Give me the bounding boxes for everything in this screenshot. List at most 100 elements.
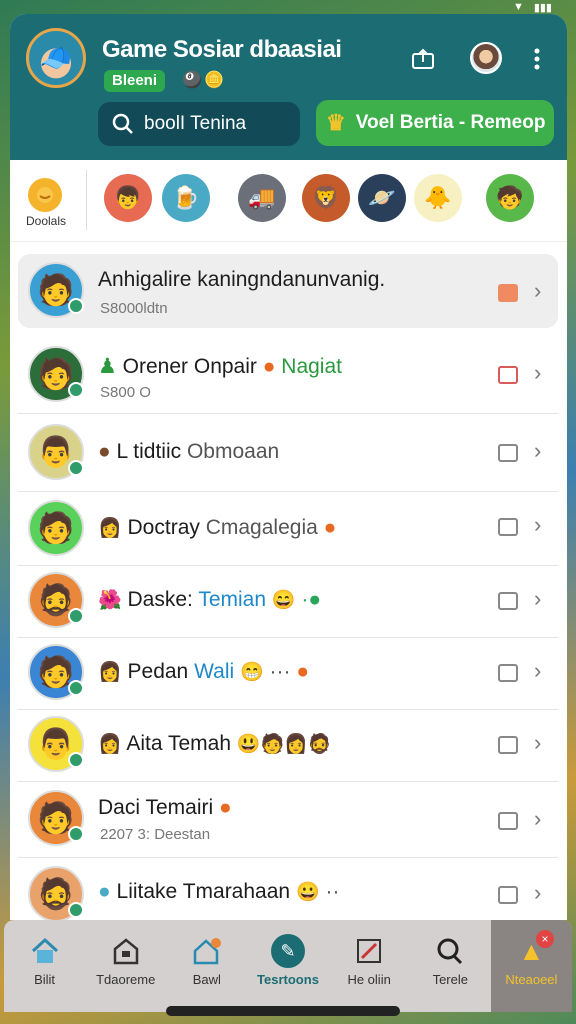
search-input[interactable]: boolI Tenina [98, 102, 300, 146]
badge-icon: ● [98, 440, 111, 463]
nav-label: Terele [432, 972, 468, 987]
online-indicator [68, 460, 84, 476]
app-window: 🧢 Game Sosiar dbaasiai Bleeni 🎱 🪙 boolI … [10, 14, 567, 920]
bottom-navigation: Bilit Tdaoreme Bawl ✎ Tesrtoons He oliin… [4, 920, 572, 1012]
list-item[interactable]: 👨 ● L tidtiic Obmoaan › [18, 414, 558, 492]
chevron-right-icon[interactable]: › [534, 438, 541, 464]
game-icon: ♟ [98, 355, 117, 378]
avatar: 🧑 [28, 644, 84, 700]
row-subtitle: S800 O [100, 384, 151, 401]
row-checkbox[interactable] [498, 736, 518, 754]
list-item[interactable]: 🧑 Anhigalire kaningndanunvanig. S8000ldt… [18, 254, 558, 328]
row-checkbox[interactable] [498, 592, 518, 610]
avatar: 👨 [28, 716, 84, 772]
search-icon [433, 934, 467, 968]
row-title: Anhigalire kaningndanunvanig. [98, 268, 386, 291]
avatar: 🧑 [28, 790, 84, 846]
chevron-right-icon[interactable]: › [534, 586, 541, 612]
chevron-right-icon[interactable]: › [534, 658, 541, 684]
nav-item-search[interactable]: Terele [410, 920, 491, 1012]
row-subtitle: S8000ldtn [100, 300, 168, 317]
coin-icon: 🪙 [204, 72, 224, 89]
story-avatar[interactable]: 🍺 [162, 174, 210, 222]
row-checkbox[interactable] [498, 886, 518, 904]
story-add[interactable] [28, 178, 62, 212]
row-checkbox[interactable] [498, 444, 518, 462]
list-item[interactable]: 🧑 Daci Temairi ● 2207 3: Deestan › [18, 782, 558, 858]
app-header: 🧢 Game Sosiar dbaasiai Bleeni 🎱 🪙 boolI … [10, 14, 567, 160]
premium-button[interactable]: ♛ Voel Bertia - Remeop [316, 100, 554, 146]
badge-icon: ● [323, 516, 337, 539]
row-checkbox[interactable] [498, 518, 518, 536]
list-item[interactable]: 🧔 🌺 Daske: Temian 😄 ·● › [18, 566, 558, 638]
chevron-right-icon[interactable]: › [534, 360, 541, 386]
row-title: ● Liitake Tmarahaan 😀 ·· [98, 880, 340, 903]
badge-icon: ·● [301, 588, 322, 611]
home-indicator[interactable] [166, 1006, 400, 1016]
row-checkbox[interactable] [498, 664, 518, 682]
user-avatar[interactable] [470, 42, 502, 74]
row-title: Daci Temairi ● [98, 796, 232, 819]
online-indicator [68, 680, 84, 696]
story-avatar[interactable]: 🧒 [486, 174, 534, 222]
online-indicator [68, 608, 84, 624]
nav-label: Bawl [192, 972, 221, 987]
story-avatar[interactable]: 🚚 [238, 174, 286, 222]
store-icon [109, 934, 143, 968]
page-title: Game Sosiar dbaasiai [102, 36, 342, 63]
story-avatar[interactable]: 🪐 [358, 174, 406, 222]
story-avatar[interactable]: 🐥 [414, 174, 462, 222]
home-icon [28, 934, 62, 968]
search-icon [112, 113, 133, 134]
crown-icon: ♛ [326, 110, 346, 135]
avatar-icon: 👩 [98, 662, 122, 683]
chevron-right-icon[interactable]: › [534, 512, 541, 538]
nav-item-profile[interactable]: ▲ Nteaoeel × [490, 920, 572, 1012]
list-item[interactable]: 🧔 ● Liitake Tmarahaan 😀 ·· › [18, 858, 558, 920]
online-indicator [68, 382, 84, 398]
list-item[interactable]: 🧑 ♟ Orener Onpair ● Nagiat S800 O › [18, 336, 558, 414]
premium-button-label: Voel Bertia - Remeop [355, 112, 546, 133]
avatar: 👨 [28, 424, 84, 480]
status-badge: Bleeni [104, 70, 166, 92]
chevron-right-icon[interactable]: › [534, 880, 541, 906]
avatar-icon: 👩 [98, 518, 122, 539]
row-checkbox[interactable] [498, 284, 518, 302]
row-title: 👩 Doctray Cmagalegia ● [98, 516, 337, 539]
profile-avatar[interactable]: 🧢 [26, 28, 86, 88]
nav-item-cartoons[interactable]: ✎ Tesrtoons [247, 920, 328, 1012]
story-add-label: Doolals [26, 214, 67, 228]
row-checkbox[interactable] [498, 812, 518, 830]
ellipsis-icon: ··· [269, 660, 291, 683]
row-checkbox[interactable] [498, 366, 518, 384]
nav-item-bowl[interactable]: Bawl [166, 920, 247, 1012]
story-avatar[interactable]: 🦁 [302, 174, 350, 222]
list-item[interactable]: 👨 👩 Aita Temah 😃🧑👩🧔 › [18, 710, 558, 782]
notification-badge: × [535, 930, 554, 948]
row-title: 👩 Pedan Wali 😁 ··· ● [98, 660, 310, 683]
nav-label: Bilit [34, 972, 56, 987]
smile-icon: 😁 [240, 662, 264, 683]
avatar: 🧑 [28, 262, 84, 318]
list-item[interactable]: 🧑 👩 Doctray Cmagalegia ● › [18, 492, 558, 566]
more-options-icon[interactable] [522, 44, 552, 74]
flower-icon: 🌺 [98, 590, 122, 611]
nav-item-edit[interactable]: He oliin [329, 920, 410, 1012]
row-subtitle: 2207 3: Deestan [100, 826, 211, 843]
chevron-right-icon[interactable]: › [534, 278, 541, 304]
stories-bar: Doolals 👦 🍺 🚚 🦁 🪐 🐥 🧒 [10, 160, 567, 242]
story-avatar[interactable]: 👦 [104, 174, 152, 222]
nav-label: Tesrtoons [257, 972, 319, 987]
avatar: 🧔 [28, 572, 84, 628]
smile-icon: 😀 [295, 882, 320, 903]
nav-item-store[interactable]: Tdaoreme [85, 920, 166, 1012]
share-icon[interactable] [408, 44, 438, 74]
chevron-right-icon[interactable]: › [534, 730, 541, 756]
list-item[interactable]: 🧑 👩 Pedan Wali 😁 ··· ● › [18, 638, 558, 710]
nav-item-home[interactable]: Bilit [4, 920, 85, 1012]
online-indicator [68, 752, 84, 768]
badge-icon: ● [98, 880, 111, 903]
chevron-right-icon[interactable]: › [534, 806, 541, 832]
avatar-icon: 👩 [98, 734, 122, 755]
online-indicator [68, 298, 84, 314]
